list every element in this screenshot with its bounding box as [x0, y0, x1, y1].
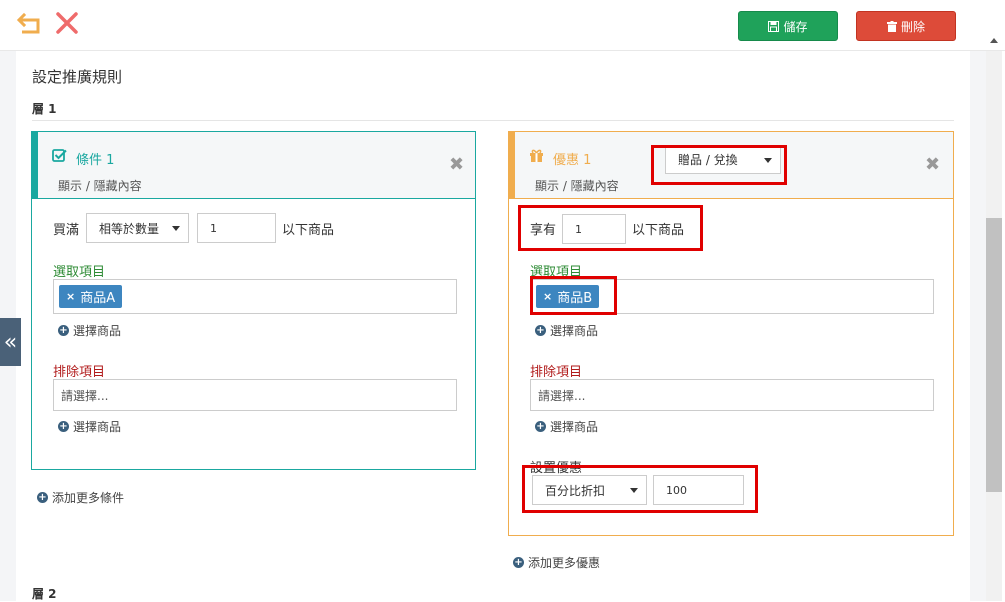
quantity-value: 1	[210, 221, 217, 235]
plus-circle-icon: +	[513, 557, 524, 568]
checkbox-checked-icon	[52, 149, 67, 162]
remove-condition-icon[interactable]: ✖	[449, 156, 464, 174]
choose-product-label: 選擇商品	[73, 420, 122, 434]
remove-tag-icon[interactable]: ×	[66, 290, 75, 303]
quantity-input[interactable]: 1	[197, 213, 276, 243]
choose-product-label: 選擇商品	[550, 324, 599, 338]
divider	[32, 120, 954, 121]
scroll-up-icon[interactable]	[990, 38, 998, 43]
exclude-placeholder: 請選擇...	[538, 388, 586, 403]
layer-1-title: 層 1	[32, 102, 57, 116]
choose-product-link[interactable]: + 選擇商品	[58, 322, 121, 339]
buy-suffix: 以下商品	[282, 223, 335, 238]
condition-panel: 條件 1 顯示 / 隱藏內容 ✖ 買滿 相等於數量 1 以下商品 選取項目 × …	[31, 131, 476, 470]
condition-toggle-link[interactable]: 顯示 / 隱藏內容	[58, 177, 142, 194]
selected-tag: × 商品A	[59, 285, 123, 308]
buy-prefix: 買滿	[53, 223, 80, 238]
highlight-box-offer-quantity	[518, 205, 703, 251]
condition-title: 條件 1	[76, 153, 115, 168]
chevron-down-icon	[172, 226, 180, 231]
highlight-box-offer-tag	[530, 276, 617, 315]
close-icon[interactable]	[55, 11, 79, 35]
offer-title: 優惠 1	[553, 153, 592, 168]
double-chevron-left-icon: «	[3, 329, 18, 355]
plus-circle-icon: +	[535, 421, 546, 432]
offer-toggle-link[interactable]: 顯示 / 隱藏內容	[535, 177, 619, 194]
save-button[interactable]: 儲存	[738, 11, 838, 41]
trash-icon	[886, 20, 897, 32]
right-gutter	[970, 51, 986, 601]
quantity-mode-select[interactable]: 相等於數量	[86, 213, 189, 243]
scrollbar-thumb[interactable]	[986, 218, 1002, 492]
exclude-items-label: 排除項目	[530, 365, 583, 380]
exclude-items-field[interactable]: 請選擇...	[53, 379, 457, 411]
top-toolbar: 儲存 刪除	[0, 0, 1005, 51]
add-more-offers-link[interactable]: + 添加更多優惠	[513, 554, 600, 571]
collapse-panel-button[interactable]: «	[0, 318, 21, 366]
exclude-placeholder: 請選擇...	[61, 388, 109, 403]
add-more-offers-label: 添加更多優惠	[528, 556, 601, 570]
choose-product-label: 選擇商品	[550, 420, 599, 434]
selected-items-field[interactable]: × 商品A	[53, 279, 457, 314]
exclude-items-label: 排除項目	[53, 365, 106, 380]
plus-circle-icon: +	[535, 325, 546, 336]
select-items-label: 選取項目	[53, 265, 106, 280]
choose-product-link[interactable]: + 選擇商品	[58, 418, 121, 435]
quantity-mode-value: 相等於數量	[99, 221, 160, 236]
choose-product-label: 選擇商品	[73, 324, 122, 338]
add-more-conditions-label: 添加更多條件	[52, 491, 125, 505]
tag-label: 商品A	[80, 291, 116, 306]
highlight-box-offer-type	[651, 145, 787, 185]
layer-2-title: 層 2	[32, 587, 57, 601]
delete-button[interactable]: 刪除	[856, 11, 956, 41]
plus-circle-icon: +	[37, 492, 48, 503]
plus-circle-icon: +	[58, 421, 69, 432]
save-label: 儲存	[783, 19, 808, 34]
choose-product-link[interactable]: + 選擇商品	[535, 322, 598, 339]
gift-icon	[530, 149, 543, 162]
floppy-icon	[768, 20, 780, 32]
plus-circle-icon: +	[58, 325, 69, 336]
page-title: 設定推廣規則	[32, 68, 123, 86]
condition-panel-header: 條件 1 顯示 / 隱藏內容 ✖	[32, 132, 475, 199]
add-more-conditions-link[interactable]: + 添加更多條件	[37, 489, 124, 506]
remove-offer-icon[interactable]: ✖	[925, 156, 940, 174]
choose-product-link[interactable]: + 選擇商品	[535, 418, 598, 435]
highlight-box-discount	[522, 465, 758, 513]
undo-icon[interactable]	[16, 11, 44, 37]
delete-label: 刪除	[900, 19, 925, 34]
exclude-items-field[interactable]: 請選擇...	[530, 379, 934, 411]
